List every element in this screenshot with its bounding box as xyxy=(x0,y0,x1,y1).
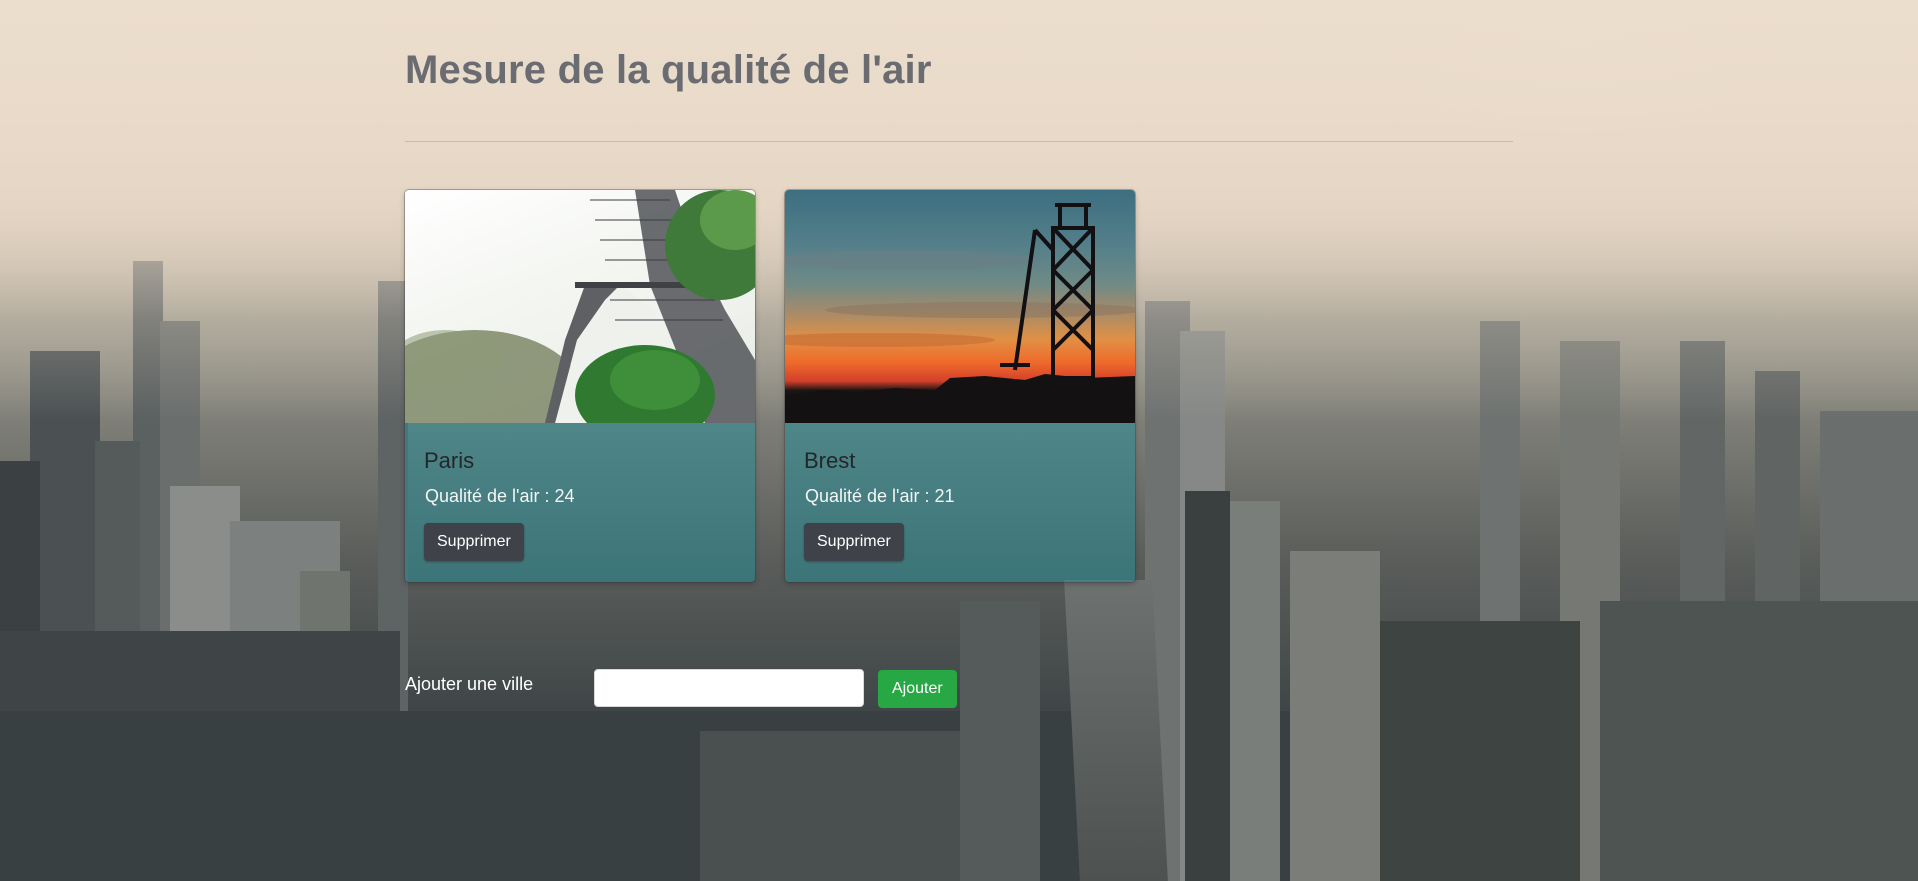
card-body: Paris Qualité de l'air : 24 Supprimer xyxy=(405,423,755,582)
air-quality-value: Qualité de l'air : 24 xyxy=(425,486,575,506)
title-divider xyxy=(405,141,1513,142)
city-name: Brest xyxy=(804,448,856,473)
delete-city-button[interactable]: Supprimer xyxy=(424,523,524,561)
highway xyxy=(1064,580,1168,881)
sunset-crane-image xyxy=(785,203,1135,423)
add-city-button[interactable]: Ajouter xyxy=(878,670,957,708)
city-card-brest: Brest Qualité de l'air : 21 Supprimer xyxy=(785,190,1135,582)
city-name: Paris xyxy=(424,448,475,473)
delete-city-button[interactable]: Supprimer xyxy=(804,523,904,561)
paris-photo xyxy=(405,190,755,423)
brest-photo xyxy=(785,190,1135,423)
page-title: Mesure de la qualité de l'air xyxy=(405,48,932,92)
add-city-label: Ajouter une ville xyxy=(405,674,534,694)
card-body: Brest Qualité de l'air : 21 Supprimer xyxy=(785,423,1135,582)
city-name-input[interactable] xyxy=(594,669,864,707)
eiffel-tower-image xyxy=(405,190,755,423)
air-quality-value: Qualité de l'air : 21 xyxy=(805,486,955,506)
city-card-paris: Paris Qualité de l'air : 24 Supprimer xyxy=(405,190,755,582)
